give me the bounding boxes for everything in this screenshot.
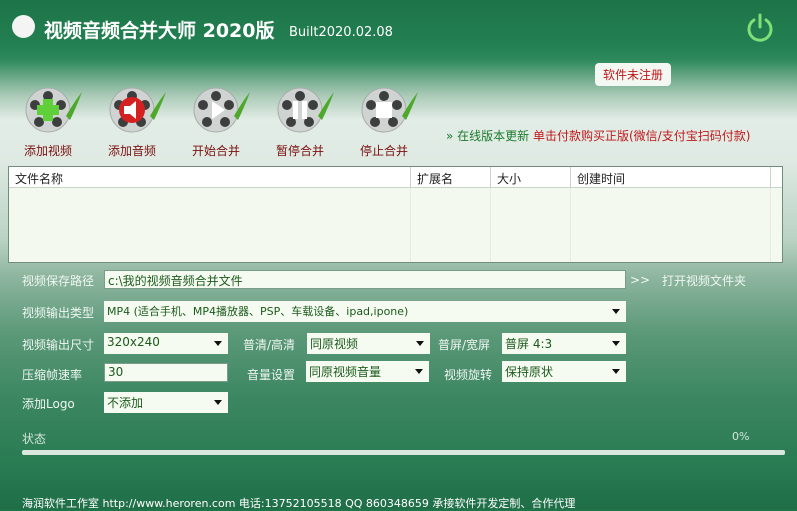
output-size-value: 320x240 [107,335,160,349]
chevron-down-icon [214,341,222,346]
status-label: 状态 [22,432,47,446]
aspect-select[interactable]: 普屏 4:3 [502,333,626,354]
add-video-icon [24,86,82,134]
buy-link[interactable]: 单击付款购买正版(微信/支付宝扫码付款) [533,129,750,143]
app-title: 视频音频合并大师 2020版 [44,20,275,42]
chevron-down-icon [415,369,423,374]
col-created[interactable]: 创建时间 [571,167,771,187]
progress-bar [22,450,785,455]
col-size[interactable]: 大小 [491,167,571,187]
rotate-label: 视频旋转 [444,368,493,382]
toolbar-button-label: 暂停合并 [275,144,324,158]
volume-select[interactable]: 同原视频音量 [306,361,429,382]
toolbar-button-label: 停止合并 [359,144,408,158]
rotate-select[interactable]: 保持原状 [502,361,626,382]
toolbar-button-1[interactable]: 添加音频 [97,86,167,159]
output-type-value: MP4 (适合手机、MP4播放器、PSP、车载设备、ipad,ipone) [107,305,409,318]
toolbar-button-label: 开始合并 [191,144,240,158]
toolbar-button-3[interactable]: 暂停合并 [265,86,335,159]
add-audio-icon [108,86,166,134]
chevron-down-icon [612,309,620,314]
logo-label: 添加Logo [22,397,75,411]
col-filename[interactable]: 文件名称 [9,167,411,187]
chevron-down-icon [416,341,424,346]
pause-icon [276,86,334,134]
volume-label: 音量设置 [247,368,296,382]
toolbar-button-label: 添加音频 [107,144,156,158]
registration-badge[interactable]: 软件未注册 [595,63,672,86]
toolbar-button-4[interactable]: 停止合并 [349,86,419,159]
output-type-select[interactable]: MP4 (适合手机、MP4播放器、PSP、车载设备、ipad,ipone) [104,301,626,322]
rotate-value: 保持原状 [505,365,554,379]
logo-value: 不添加 [107,396,144,410]
col-extension[interactable]: 扩展名 [411,167,491,187]
aspect-label: 普屏/宽屏 [438,338,491,352]
chevron-down-icon [214,400,222,405]
progress-percent: 0% [732,430,750,443]
type-label: 视频输出类型 [22,306,95,320]
quality-value: 同原视频 [310,337,359,351]
file-table[interactable]: 文件名称 扩展名 大小 创建时间 [8,166,783,263]
logo-select[interactable]: 不添加 [104,392,228,413]
open-folder-link[interactable]: 打开视频文件夹 [662,272,746,289]
online-update-link[interactable]: » 在线版本更新 [446,129,529,143]
build-version: Built2020.02.08 [289,25,393,40]
stop-icon [360,86,418,134]
power-close-icon[interactable] [744,12,776,44]
toolbar-button-2[interactable]: 开始合并 [181,86,251,159]
chevron-down-icon [612,369,620,374]
toolbar-button-0[interactable]: 添加视频 [13,86,83,159]
play-icon [192,86,250,134]
save-path-input[interactable]: c:\我的视频音频合并文件 [104,270,626,289]
fps-label: 压缩帧速率 [22,368,83,382]
toolbar-button-label: 添加视频 [23,144,72,158]
chevron-down-icon [612,341,620,346]
open-arrow[interactable]: >> [630,273,650,287]
aspect-value: 普屏 4:3 [505,337,553,351]
path-label: 视频保存路径 [22,274,95,288]
quality-label: 普清/高清 [243,338,296,352]
size-label: 视频输出尺寸 [22,338,95,352]
quality-select[interactable]: 同原视频 [307,333,430,354]
output-size-select[interactable]: 320x240 [104,333,228,354]
volume-value: 同原视频音量 [309,365,382,379]
fps-input[interactable]: 30 [104,363,228,382]
app-logo-icon [12,15,35,38]
